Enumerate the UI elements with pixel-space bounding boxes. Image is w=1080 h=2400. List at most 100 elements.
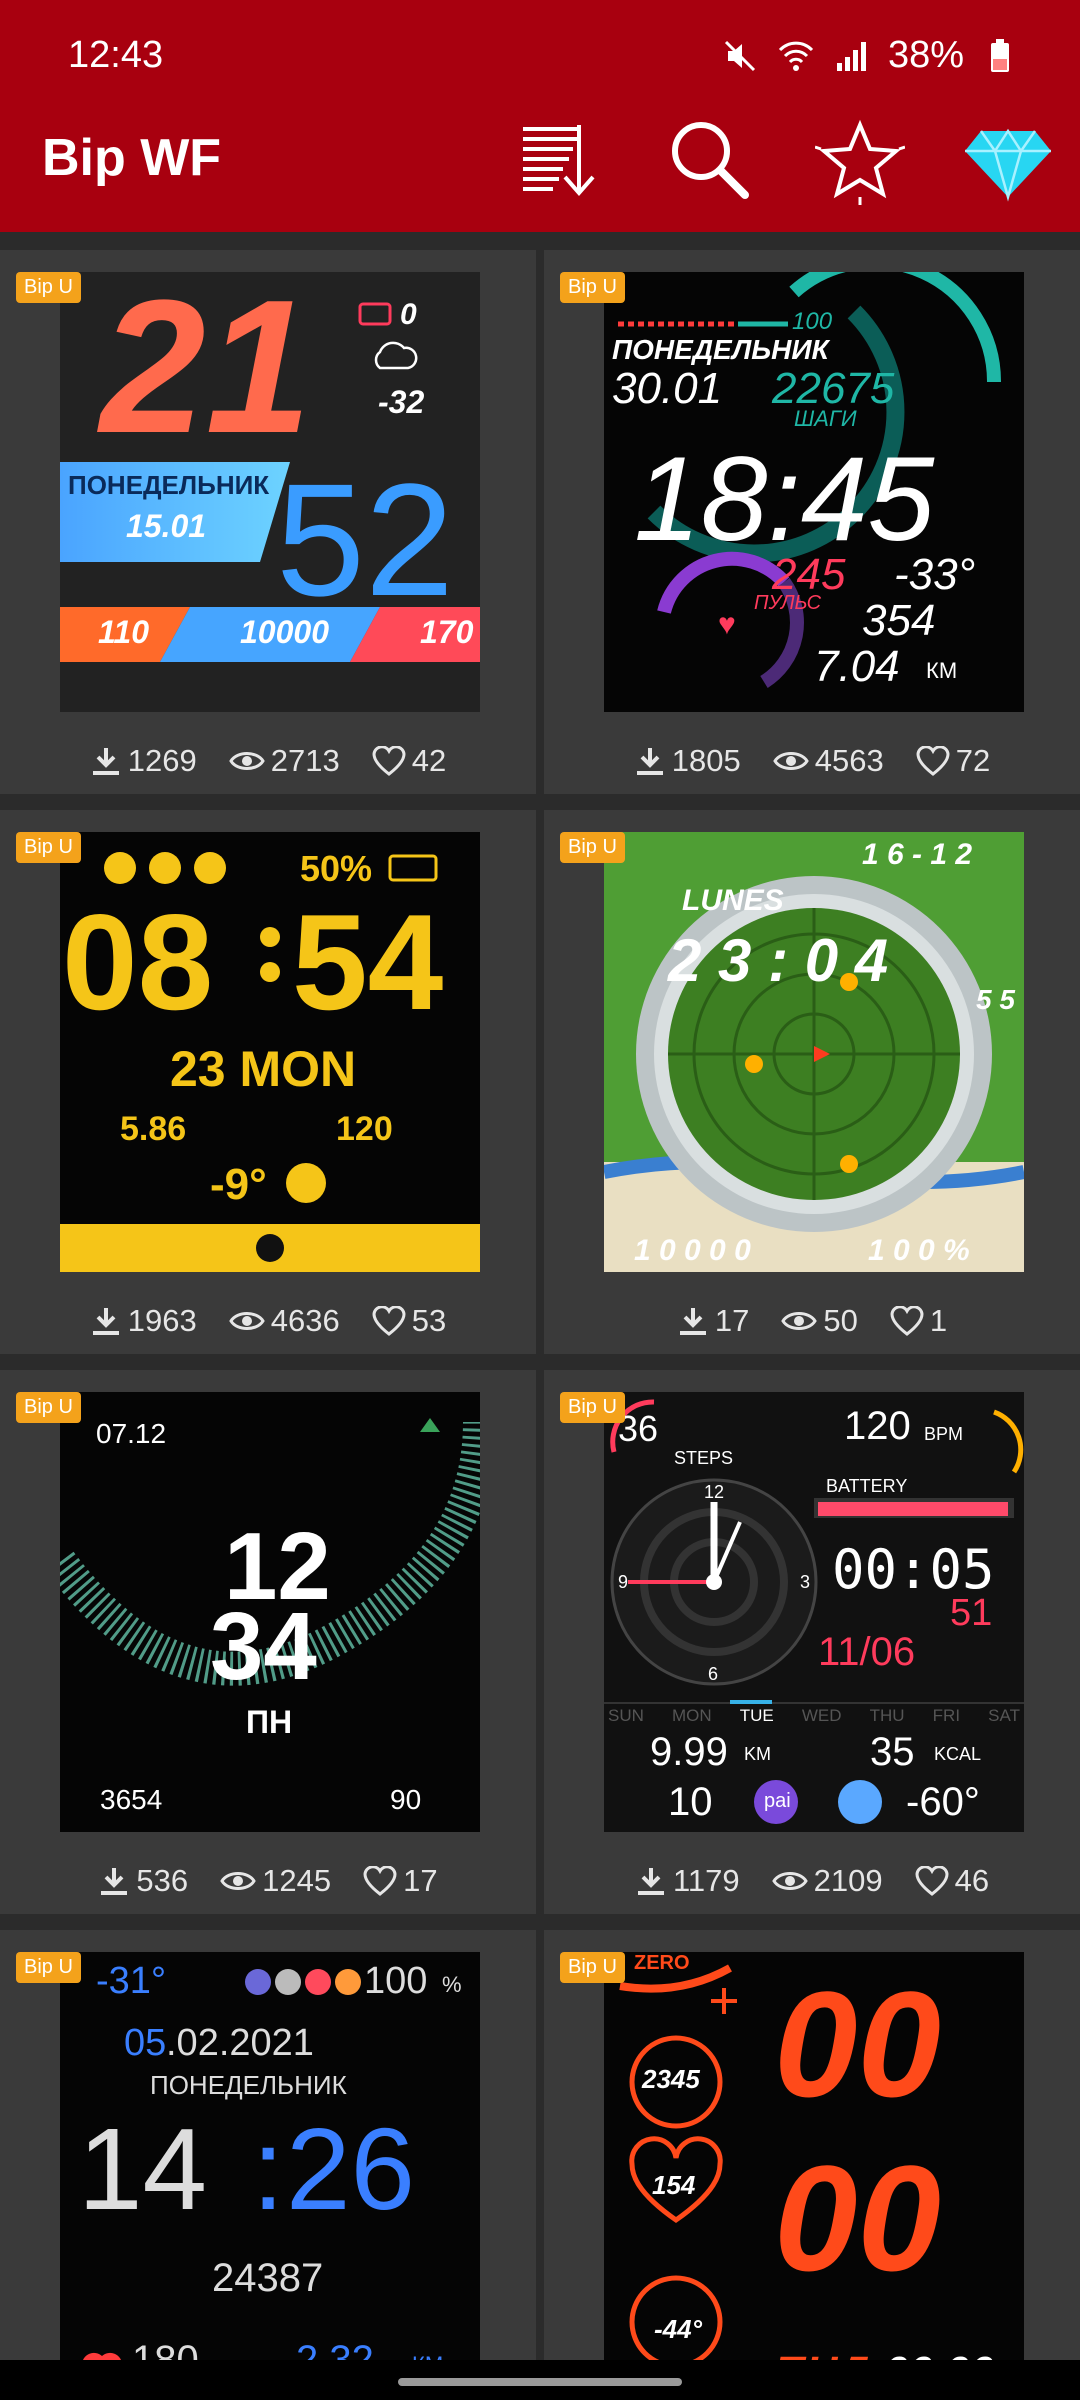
- heart-icon: [372, 746, 406, 776]
- watchface-card[interactable]: Bip U 50% 08 54 23 MON 5.86 120 -9° 1963: [0, 810, 536, 1354]
- watchface-card[interactable]: Bip U -31° 100 % 05 .02.2021 ПОНЕДЕЛЬНИК…: [0, 1930, 536, 2360]
- face-logo: ZERO: [634, 1952, 690, 1974]
- diamond-icon: [965, 128, 1051, 202]
- likes-count: 72: [955, 743, 991, 778]
- premium-button[interactable]: [960, 112, 1056, 208]
- face-calories: 354: [862, 596, 936, 645]
- watchface-preview[interactable]: 1 6 - 1 2 LUNES 2 3 : 0 4 5 5 1 0 0 0 0 …: [604, 832, 1024, 1272]
- app-header: 12:43 38% Bip WF: [0, 0, 1080, 232]
- likes-stat[interactable]: 72: [916, 743, 990, 779]
- heart-icon: [890, 1306, 924, 1336]
- time-colon: :: [252, 2104, 285, 2234]
- status-bar: 12:43 38%: [0, 0, 1080, 110]
- card-stats: 1805 4563 72: [544, 736, 1080, 786]
- face-temp: -33°: [894, 550, 976, 599]
- search-icon: [672, 122, 749, 199]
- downloads-stat: 17: [677, 1303, 749, 1339]
- favorites-button[interactable]: [812, 112, 908, 208]
- face-pulse: 154: [652, 2170, 696, 2200]
- face-battery: 1 0 0 %: [868, 1234, 970, 1267]
- views-stat: 2109: [771, 1863, 883, 1899]
- dial-12: 12: [704, 1482, 725, 1502]
- search-button[interactable]: [662, 112, 758, 208]
- likes-stat[interactable]: 42: [372, 743, 446, 779]
- model-badge: Bip U: [16, 832, 81, 863]
- face-hours: 00: [774, 1960, 941, 2128]
- weekday: WED: [801, 1706, 842, 1725]
- model-badge: Bip U: [16, 272, 81, 303]
- face-date: 1 6 - 1 2: [862, 838, 973, 871]
- eye-icon: [781, 1312, 818, 1330]
- dial-6: 6: [708, 1664, 719, 1684]
- face-temp: -44°: [654, 2314, 702, 2344]
- weekday-row: SUN MON TUE WED THU FRI SAT: [608, 1706, 1020, 1726]
- card-stats: 1963 4636 53: [0, 1296, 536, 1346]
- downloads-stat: 1963: [90, 1303, 197, 1339]
- heart-icon: [916, 746, 950, 776]
- watchface-card[interactable]: Bip U 07.12 12 34 ПН 3654 90 536 1245 17: [0, 1370, 536, 1914]
- download-icon: [637, 1868, 664, 1895]
- face-bpm: 120: [844, 1404, 911, 1448]
- face-pulse-label: ПУЛЬС: [754, 592, 822, 614]
- face-distance-unit: КМ: [926, 658, 958, 683]
- face-pulse: 90: [390, 1784, 422, 1815]
- watchface-preview[interactable]: 50% 08 54 23 MON 5.86 120 -9°: [60, 832, 480, 1272]
- dial-9: 9: [618, 1572, 629, 1592]
- face-date: 15.01: [126, 508, 207, 544]
- face-date: 07.12: [96, 1418, 167, 1449]
- downloads-stat: 1269: [90, 743, 197, 779]
- face-distance: 5.86: [120, 1110, 187, 1148]
- model-badge: Bip U: [560, 1952, 625, 1983]
- views-stat: 2713: [228, 743, 340, 779]
- watchface-card[interactable]: Bip U 1 6 - 1 2 LUNES 2 3 : 0 4 5 5 1 0 …: [544, 810, 1080, 1354]
- watchface-card[interactable]: Bip U 21 0 -32 ПОНЕДЕЛЬНИК 15.01 52 110 …: [0, 250, 536, 794]
- watchface-preview[interactable]: 07.12 12 34 ПН 3654 90: [60, 1392, 480, 1832]
- heart-icon: ♥: [718, 608, 736, 641]
- heart-icon: [372, 1306, 406, 1336]
- face-minutes: 26: [286, 2104, 416, 2234]
- face-weekday: ПН: [246, 1704, 293, 1740]
- sort-download-button[interactable]: [512, 112, 608, 208]
- face-weekday: ПОНЕДЕЛЬНИК: [150, 2070, 347, 2100]
- face-pai: 10: [668, 1780, 713, 1824]
- face-distance: 7.04: [814, 642, 900, 691]
- face-date: 30.01: [612, 364, 723, 413]
- watchface-preview[interactable]: 100 ПОНЕДЕЛЬНИК 30.01 22675 ШАГИ 18:45 2…: [604, 272, 1024, 712]
- likes-stat[interactable]: 17: [363, 1863, 438, 1899]
- views-stat: 4563: [772, 743, 884, 779]
- face-date-rest: .02.2021: [166, 2022, 314, 2064]
- watchface-card[interactable]: Bip U 36 STEPS 120 BPM BATTERY 12 3 6 9 …: [544, 1370, 1080, 1914]
- face-battery-unit: %: [442, 1972, 462, 1997]
- eye-icon: [771, 1872, 808, 1890]
- face-time: 18:45: [634, 432, 935, 566]
- likes-count: 46: [954, 1863, 990, 1898]
- views-count: 1245: [262, 1863, 332, 1898]
- watchface-card[interactable]: Bip U 100 ПОНЕДЕЛЬНИК 30.01 22675 ШАГИ 1…: [544, 250, 1080, 794]
- face-date: 11/06: [818, 1630, 916, 1674]
- watchface-preview[interactable]: ZERO 00 00 2345 154 -44° ПНД 00.00: [604, 1952, 1024, 2360]
- watchface-preview[interactable]: 21 0 -32 ПОНЕДЕЛЬНИК 15.01 52 110 10000 …: [60, 272, 480, 712]
- home-indicator[interactable]: [398, 2378, 682, 2386]
- downloads-count: 1963: [127, 1303, 197, 1338]
- watchface-card[interactable]: Bip U ZERO 00 00 2345 154 -44° ПНД 00.00: [544, 1930, 1080, 2360]
- face-weekday: ПНД: [774, 2348, 869, 2360]
- downloads-count: 17: [714, 1303, 750, 1338]
- download-icon: [679, 1308, 706, 1335]
- face-weekday: ПОНЕДЕЛЬНИК: [68, 470, 270, 500]
- weekday-current: TUE: [739, 1706, 774, 1725]
- face-time: 2 3 : 0 4: [668, 927, 889, 994]
- face-steps: 3654: [100, 1784, 163, 1815]
- face-pai-label: pai: [764, 1790, 791, 1812]
- model-badge: Bip U: [560, 832, 625, 863]
- likes-stat[interactable]: 1: [890, 1303, 947, 1339]
- watchface-preview[interactable]: -31° 100 % 05 .02.2021 ПОНЕДЕЛЬНИК 14 : …: [60, 1952, 480, 2360]
- face-distance-unit: КМ: [412, 2352, 443, 2360]
- wifi-icon: [776, 36, 816, 76]
- views-stat: 50: [781, 1303, 858, 1339]
- watchface-preview[interactable]: 36 STEPS 120 BPM BATTERY 12 3 6 9 00:05 …: [604, 1392, 1024, 1832]
- likes-stat[interactable]: 46: [915, 1863, 989, 1899]
- likes-stat[interactable]: 53: [372, 1303, 446, 1339]
- face-pulse: 180: [132, 2338, 199, 2360]
- views-count: 4636: [270, 1303, 340, 1338]
- face-distance: 9.99: [650, 1730, 728, 1774]
